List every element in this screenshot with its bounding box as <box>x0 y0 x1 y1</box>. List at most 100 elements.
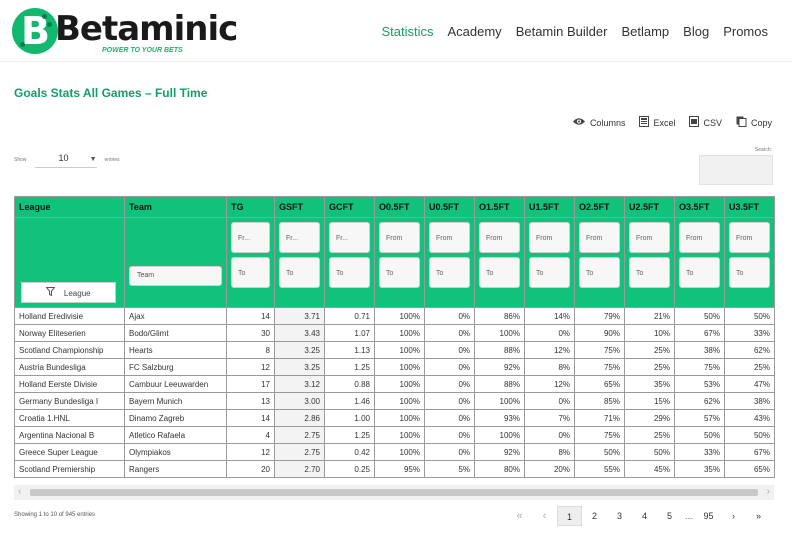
logo-tagline: POWER TO YOUR BETS <box>102 47 183 54</box>
col-u05ft[interactable]: U0.5FT <box>424 196 475 218</box>
league-filter-button[interactable]: League <box>21 282 116 303</box>
nav-promos[interactable]: Promos <box>723 24 768 40</box>
table-row[interactable]: Holland Eredivisie Ajax 14 3.71 0.71 100% 0% 86… <box>14 307 775 325</box>
scrollbar-thumb[interactable] <box>30 489 758 496</box>
stat-cell: 50% <box>724 307 775 325</box>
col-o25ft[interactable]: O2.5FT <box>574 196 625 218</box>
u15-to-input[interactable]: To <box>529 257 570 288</box>
u05-to-input[interactable]: To <box>429 257 470 288</box>
page-1-button[interactable]: 1 <box>557 506 582 526</box>
stat-cell: 0% <box>424 443 475 461</box>
next-page-button[interactable]: › <box>721 506 746 526</box>
league-cell: Scotland Championship <box>14 341 125 359</box>
page-95-button[interactable]: 95 <box>696 506 721 526</box>
table-row[interactable]: Scotland Premiership Rangers 20 2.70 0.25 95%… <box>14 460 775 478</box>
team-cell: Olympiakos <box>124 443 227 461</box>
nav-statistics[interactable]: Statistics <box>381 24 433 40</box>
col-o05ft[interactable]: O0.5FT <box>374 196 425 218</box>
table-row[interactable]: Scotland Championship Hearts 8 3.25 1.13 100%… <box>14 341 775 359</box>
o35-from-input[interactable]: From <box>679 222 720 253</box>
goals-stats-table: League Team TG GSFT GCFT O0.5FT U0.5FT O… <box>14 196 775 478</box>
team-cell: Atletico Rafaela <box>124 426 227 444</box>
page-5-button[interactable]: 5 <box>657 506 682 526</box>
gcft-from-input[interactable]: Fr... <box>329 222 370 253</box>
col-team[interactable]: Team <box>124 196 227 218</box>
copy-icon <box>736 116 747 130</box>
logo-dot <box>20 42 25 47</box>
table-row[interactable]: Germany Bundesliga I Bayern Munich 13 3.00 1… <box>14 392 775 410</box>
col-o35ft[interactable]: O3.5FT <box>674 196 725 218</box>
csv-button[interactable]: CSV <box>689 116 722 130</box>
o25-from-input[interactable]: From <box>579 222 620 253</box>
u15-filter-cell: From To <box>524 217 575 308</box>
nav-blog[interactable]: Blog <box>683 24 709 40</box>
nav-betlamp[interactable]: Betlamp <box>621 24 669 40</box>
o05-to-input[interactable]: To <box>379 257 420 288</box>
u05-from-input[interactable]: From <box>429 222 470 253</box>
table-row[interactable]: Greece Super League Olympiakos 12 2.75 0.42 1… <box>14 443 775 461</box>
u25-from-input[interactable]: From <box>629 222 670 253</box>
stat-cell: 100% <box>374 341 425 359</box>
stat-cell: 3.71 <box>274 307 325 325</box>
table-row[interactable]: Norway Eliteserien Bodo/Glimt 30 3.43 1.07 10… <box>14 324 775 342</box>
stat-cell: 25% <box>624 358 675 376</box>
stat-cell: 25% <box>624 426 675 444</box>
col-league[interactable]: League <box>14 196 125 218</box>
scroll-left-icon[interactable]: ‹ <box>18 486 21 497</box>
stat-cell: 92% <box>474 358 525 376</box>
table-row[interactable]: Argentina Nacional B Atletico Rafaela 4 2.7… <box>14 426 775 444</box>
gcft-to-input[interactable]: To <box>329 257 370 288</box>
table-row[interactable]: Holland Eerste Divisie Cambuur Leeuwarden… <box>14 375 775 393</box>
first-page-button[interactable]: « <box>507 506 532 526</box>
prev-page-button[interactable]: ‹ <box>532 506 557 526</box>
o35-to-input[interactable]: To <box>679 257 720 288</box>
team-filter-input[interactable]: Team <box>129 266 222 286</box>
nav-academy[interactable]: Academy <box>447 24 501 40</box>
u25-to-input[interactable]: To <box>629 257 670 288</box>
tg-to-input[interactable]: To <box>231 257 270 288</box>
col-u15ft[interactable]: U1.5FT <box>524 196 575 218</box>
stat-cell: 88% <box>474 375 525 393</box>
u35-to-input[interactable]: To <box>729 257 770 288</box>
entries-value: 10 <box>58 153 69 163</box>
stat-cell: 8 <box>226 341 275 359</box>
horizontal-scrollbar[interactable]: ‹ › <box>14 485 774 500</box>
table-row[interactable]: Croatia 1.HNL Dinamo Zagreb 14 2.86 1.00 100%… <box>14 409 775 427</box>
col-tg[interactable]: TG <box>226 196 275 218</box>
stat-cell: 1.07 <box>324 324 375 342</box>
col-u25ft[interactable]: U2.5FT <box>624 196 675 218</box>
page-3-button[interactable]: 3 <box>607 506 632 526</box>
o15-to-input[interactable]: To <box>479 257 520 288</box>
u15-from-input[interactable]: From <box>529 222 570 253</box>
gsft-to-input[interactable]: To <box>279 257 320 288</box>
entries-select[interactable]: 10 ▼ <box>34 152 97 168</box>
o05-from-input[interactable]: From <box>379 222 420 253</box>
copy-button[interactable]: Copy <box>736 116 772 130</box>
u35-from-input[interactable]: From <box>729 222 770 253</box>
excel-button[interactable]: Excel <box>639 116 675 130</box>
nav-betamin-builder[interactable]: Betamin Builder <box>516 24 608 40</box>
stat-cell: 45% <box>624 460 675 478</box>
col-gsft[interactable]: GSFT <box>274 196 325 218</box>
scroll-right-icon[interactable]: › <box>767 486 770 497</box>
o25-to-input[interactable]: To <box>579 257 620 288</box>
col-u35ft[interactable]: U3.5FT <box>724 196 775 218</box>
stat-cell: 100% <box>374 392 425 410</box>
columns-button[interactable]: Columns <box>572 116 625 130</box>
page-4-button[interactable]: 4 <box>632 506 657 526</box>
logo-dot <box>42 14 47 19</box>
table-row[interactable]: Austria Bundesliga FC Salzburg 12 3.25 1.25 1… <box>14 358 775 376</box>
pagination-ellipsis: … <box>684 511 694 521</box>
col-gcft[interactable]: GCFT <box>324 196 375 218</box>
stat-cell: 5% <box>424 460 475 478</box>
stat-cell: 2.75 <box>274 443 325 461</box>
last-page-button[interactable]: » <box>746 506 771 526</box>
search-input[interactable] <box>699 155 773 185</box>
o15-from-input[interactable]: From <box>479 222 520 253</box>
page-2-button[interactable]: 2 <box>582 506 607 526</box>
team-cell: Hearts <box>124 341 227 359</box>
col-o15ft[interactable]: O1.5FT <box>474 196 525 218</box>
betaminic-logo[interactable]: B Betaminic POWER TO YOUR BETS <box>12 8 238 56</box>
tg-from-input[interactable]: Fr... <box>231 222 270 253</box>
gsft-from-input[interactable]: Fr... <box>279 222 320 253</box>
